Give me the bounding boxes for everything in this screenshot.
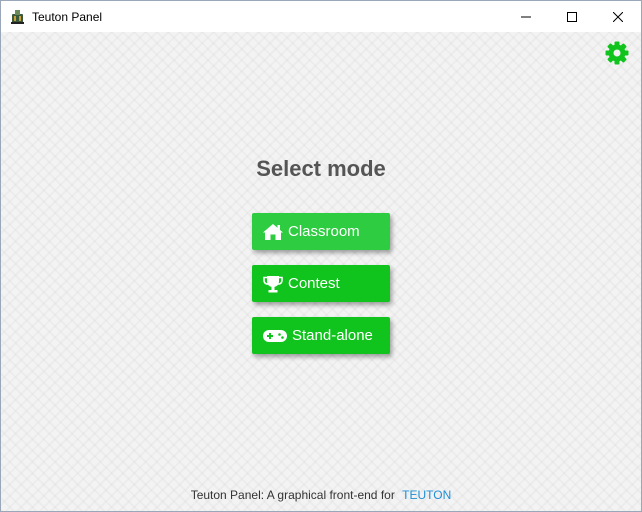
teuton-link[interactable]: TEUTON (402, 488, 451, 502)
classroom-label: Classroom (288, 223, 360, 240)
window-controls (503, 1, 641, 32)
trophy-icon (262, 274, 284, 294)
contest-label: Contest (288, 275, 340, 292)
gear-icon (605, 41, 629, 65)
main-content: Select mode Classroom Contest Stand-alon… (1, 32, 641, 511)
minimize-icon (521, 16, 531, 17)
window-title: Teuton Panel (32, 9, 103, 24)
settings-button[interactable] (604, 40, 630, 66)
contest-button[interactable]: Contest (252, 265, 390, 302)
minimize-button[interactable] (503, 1, 549, 32)
stand-alone-button[interactable]: Stand-alone (252, 317, 390, 354)
footer: Teuton Panel: A graphical front-end for … (1, 488, 641, 502)
title-bar[interactable]: Teuton Panel (1, 1, 641, 32)
page-title: Select mode (256, 156, 386, 181)
home-icon (262, 223, 284, 241)
close-button[interactable] (595, 1, 641, 32)
footer-text: Teuton Panel: A graphical front-end for (190, 488, 395, 502)
maximize-button[interactable] (549, 1, 595, 32)
gamepad-icon (262, 328, 288, 344)
app-window: Teuton Panel Select mode Classroom Conte… (0, 0, 642, 512)
teuton-app-icon (10, 9, 26, 25)
stand-alone-label: Stand-alone (292, 327, 373, 344)
classroom-button[interactable]: Classroom (252, 213, 390, 250)
maximize-icon (567, 11, 577, 22)
close-icon (613, 11, 623, 22)
